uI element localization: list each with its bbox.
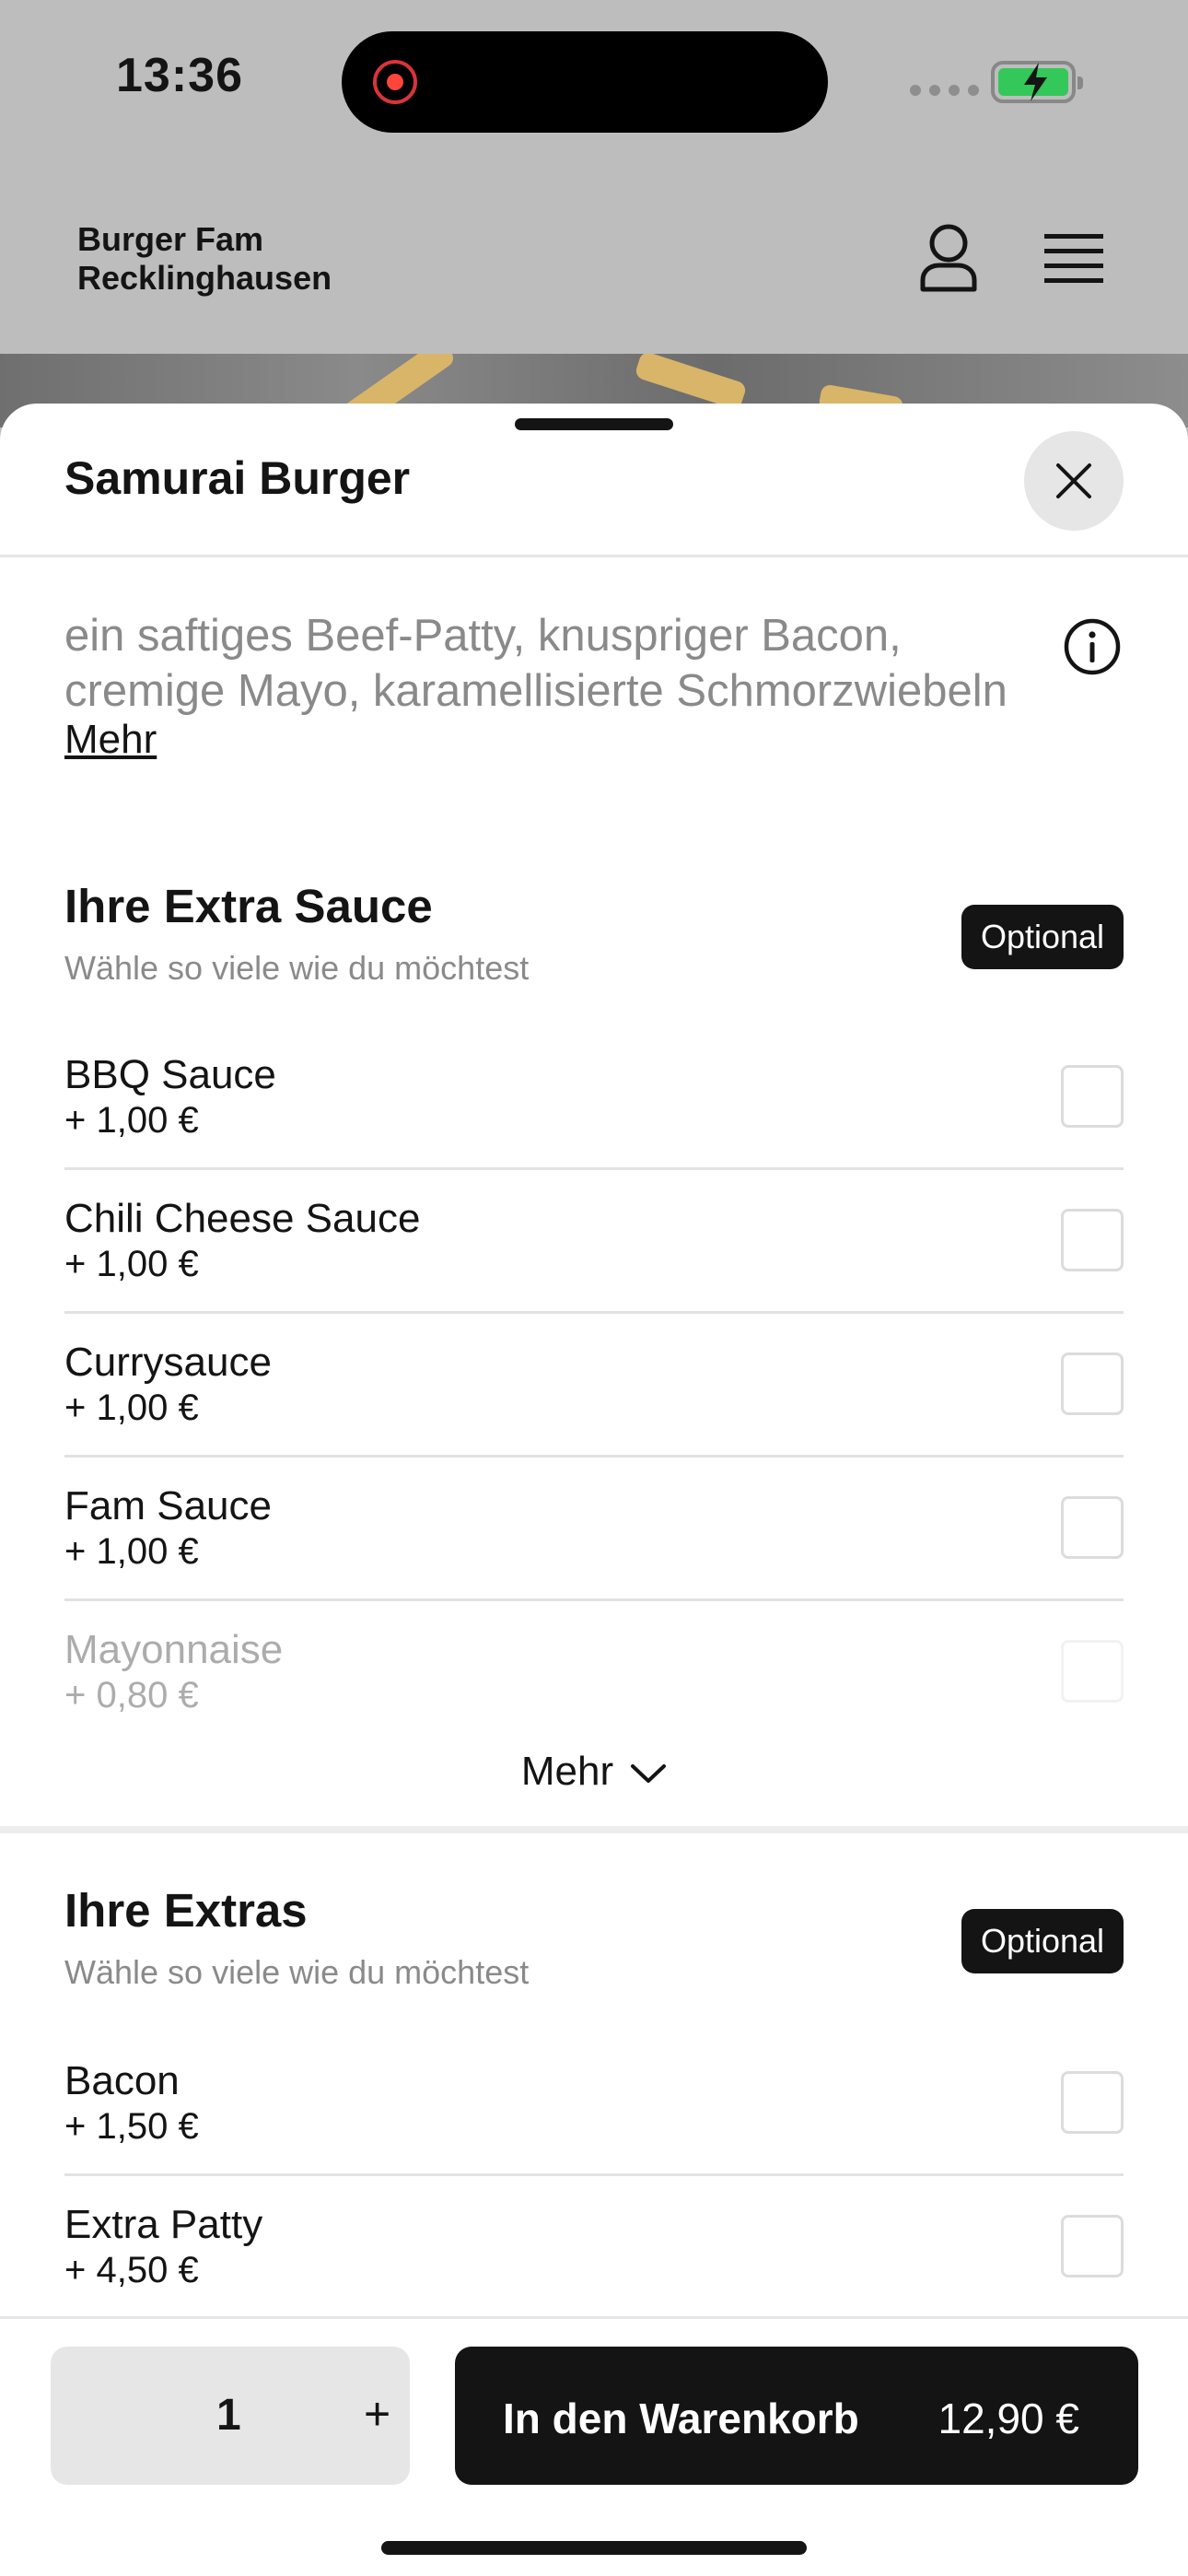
add-to-cart-button[interactable]: In den Warenkorb 12,90 €: [455, 2347, 1138, 2485]
optional-badge: Optional: [961, 1909, 1124, 1973]
home-indicator[interactable]: [381, 2541, 807, 2555]
option-mayonnaise[interactable]: Mayonnaise + 0,80 €: [64, 1601, 1124, 1745]
sheet-grabber[interactable]: [515, 418, 673, 430]
checkbox[interactable]: [1061, 2071, 1124, 2134]
checkbox[interactable]: [1061, 1640, 1124, 1703]
menu-icon[interactable]: [1044, 232, 1103, 284]
option-name: Extra Patty: [64, 2202, 263, 2247]
option-extra-patty[interactable]: Extra Patty + 4,50 €: [64, 2176, 1124, 2320]
product-sheet: Samurai Burger ein saftiges Beef-Patty, …: [0, 404, 1188, 2576]
quantity-plus-button[interactable]: +: [364, 2387, 390, 2441]
optional-badge: Optional: [961, 905, 1124, 969]
checkbox[interactable]: [1061, 2215, 1124, 2277]
option-name: Currysauce: [64, 1340, 272, 1385]
option-name: Mayonnaise: [64, 1627, 284, 1672]
section-title-extras: Ihre Extras: [64, 1884, 308, 1937]
user-icon[interactable]: [917, 223, 980, 293]
signal-icon: [910, 85, 979, 96]
option-price: + 0,80 €: [64, 1675, 199, 1715]
show-more-label: Mehr: [520, 1749, 614, 1794]
option-price: + 1,00 €: [64, 1244, 199, 1284]
quantity-stepper[interactable]: 1 +: [51, 2347, 410, 2485]
divider: [0, 555, 1188, 557]
option-bacon[interactable]: Bacon + 1,50 €: [64, 2032, 1124, 2176]
app-header: Burger Fam Recklinghausen: [0, 166, 1188, 354]
option-chili-cheese-sauce[interactable]: Chili Cheese Sauce + 1,00 €: [64, 1170, 1124, 1314]
product-title: Samurai Burger: [64, 452, 411, 504]
description-more-link[interactable]: Mehr: [64, 717, 157, 763]
status-bar: 13:36: [0, 0, 1188, 166]
option-currysauce[interactable]: Currysauce + 1,00 €: [64, 1314, 1124, 1458]
option-name: BBQ Sauce: [64, 1052, 276, 1097]
option-name: Bacon: [64, 2058, 180, 2103]
option-fam-sauce[interactable]: Fam Sauce + 1,00 €: [64, 1458, 1124, 1601]
close-icon: [1056, 463, 1091, 498]
add-to-cart-label: In den Warenkorb: [503, 2395, 859, 2442]
section-subtitle-extra-sauce: Wähle so viele wie du möchtest: [64, 949, 530, 987]
section-divider: [0, 1826, 1188, 1833]
option-price: + 1,50 €: [64, 2106, 199, 2147]
recording-icon: [373, 60, 417, 104]
option-price: + 1,00 €: [64, 1531, 199, 1572]
quantity-value: 1: [216, 2391, 241, 2440]
option-name: Fam Sauce: [64, 1483, 272, 1528]
checkbox[interactable]: [1061, 1352, 1124, 1415]
option-price: + 4,50 €: [64, 2250, 199, 2290]
dynamic-island: [342, 31, 828, 133]
option-bbq-sauce[interactable]: BBQ Sauce + 1,00 €: [64, 1026, 1124, 1170]
chevron-down-icon: [631, 1764, 667, 1784]
close-button[interactable]: [1024, 431, 1124, 531]
product-description: ein saftiges Beef-Patty, knuspriger Baco…: [64, 611, 1007, 716]
status-time: 13:36: [116, 49, 243, 102]
section-title-extra-sauce: Ihre Extra Sauce: [64, 880, 433, 932]
option-price: + 1,00 €: [64, 1388, 199, 1428]
total-price: 12,90 €: [938, 2395, 1079, 2442]
section-subtitle-extras: Wähle so viele wie du möchtest: [64, 1953, 530, 1991]
checkbox[interactable]: [1061, 1496, 1124, 1559]
option-price: + 1,00 €: [64, 1100, 199, 1141]
show-more-button[interactable]: Mehr: [0, 1749, 1188, 1795]
info-icon[interactable]: [1063, 617, 1122, 676]
brand-name[interactable]: Burger Fam Recklinghausen: [77, 220, 332, 298]
checkbox[interactable]: [1061, 1065, 1124, 1128]
battery-icon: [991, 61, 1083, 103]
option-name: Chili Cheese Sauce: [64, 1196, 421, 1241]
checkbox[interactable]: [1061, 1209, 1124, 1271]
bottom-action-bar: 1 + In den Warenkorb 12,90 €: [0, 2316, 1188, 2576]
